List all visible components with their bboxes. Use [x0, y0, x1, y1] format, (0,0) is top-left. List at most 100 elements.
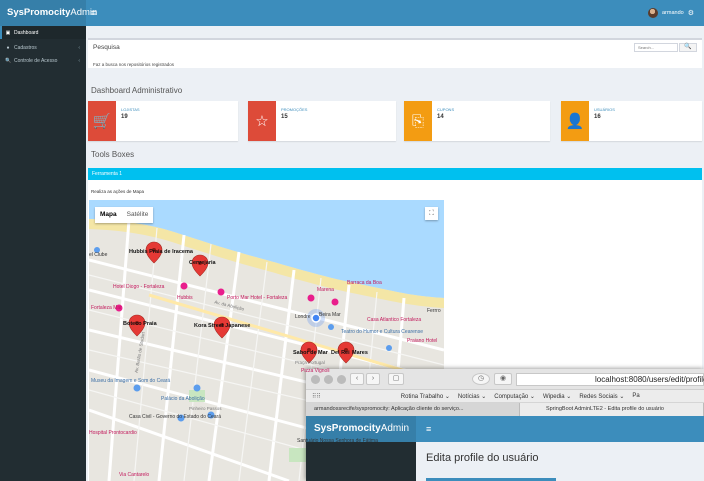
copy-icon: ⎘ [404, 101, 432, 141]
sidebar-toggle-icon[interactable]: ≡ [426, 416, 431, 442]
page-title: Edita profile do usuário [426, 452, 539, 464]
map-label: Boteco Praia [123, 321, 157, 327]
map-label: Mares [352, 350, 368, 356]
dashboard-title: Dashboard Administrativo [91, 86, 183, 95]
sidebar-item-cadastros[interactable]: ● Cadastros ‹ [0, 41, 86, 54]
star-icon: ☆ [248, 101, 276, 141]
minimize-window-button[interactable] [324, 375, 333, 384]
map-label: Fortaleza Mar [91, 305, 122, 311]
tool-hint: Realiza as ações de Mapa [91, 189, 145, 194]
map-label: Casa Atlantico Fortaleza [367, 317, 422, 323]
fullscreen-icon[interactable]: ⛶ [425, 207, 438, 220]
bookmark-noticias[interactable]: Notícias ⌄ [458, 393, 486, 400]
forward-button[interactable]: › [366, 373, 380, 385]
map-label: Cervejaria [189, 260, 216, 266]
bookmark-rotina-trabalho[interactable]: Rotina Trabalho ⌄ [401, 393, 450, 400]
top-navbar: SysPromocityAdmin ≡ armando ⚙ [0, 0, 704, 26]
gear-icon[interactable]: ⚙ [688, 9, 694, 17]
map-type-satellite-button[interactable]: Satélite [122, 207, 154, 223]
map-label: Beira Mar [319, 312, 341, 318]
chevron-left-icon: ‹ [78, 57, 80, 64]
map-label: Palácio da Abolição [161, 396, 205, 402]
extension-button[interactable]: ◉ [494, 373, 512, 385]
search-button[interactable]: 🔍 [679, 43, 697, 52]
sidebar-item-controle-de-acesso[interactable]: 🔍 Controle de Acesso ‹ [0, 54, 86, 67]
map-label: Hubbis [177, 295, 193, 301]
tab-github[interactable]: armandossrecife/syspromocity: Aplicação … [306, 403, 520, 416]
browser-tabs: armandossrecife/syspromocity: Aplicação … [306, 403, 704, 416]
map-label: Kora Street Japanese [194, 323, 251, 329]
logo-light-text: Admin [380, 423, 410, 434]
user-icon: 👤 [561, 101, 589, 141]
chevron-left-icon: ‹ [355, 375, 359, 382]
info-box-count: 16 [594, 114, 601, 120]
sidebar-item-label: Dashboard [14, 29, 39, 36]
sidebar-item-dashboard[interactable]: ▣ Dashboard [0, 26, 86, 39]
info-box-count: 15 [281, 114, 288, 120]
info-box-count: 19 [121, 114, 128, 120]
maximize-window-button[interactable] [337, 375, 346, 384]
map-type-control: Mapa Satélite [95, 207, 154, 223]
info-box-usuarios[interactable]: 👤 USUÁRIOS 16 [561, 101, 702, 141]
bookmark-wipedia[interactable]: Wipedia ⌄ [543, 393, 571, 400]
address-bar[interactable]: localhost:8080/users/edit/profile [516, 373, 704, 386]
tab-edit-profile[interactable]: SpringBoot AdminLTE2 - Edita profile do … [520, 403, 704, 416]
bookmark-pa[interactable]: Pa [632, 393, 639, 399]
info-box-label: PROMOÇÕES [281, 107, 308, 112]
map-label: Pizza Vignoli [301, 368, 330, 374]
close-window-button[interactable] [311, 375, 320, 384]
info-box-promocoes[interactable]: ☆ PROMOÇÕES 15 [248, 101, 396, 141]
map-label: Sabor de Mar [293, 350, 328, 356]
sidebar-toggle-button[interactable]: ▢ [388, 373, 404, 385]
back-button[interactable]: ‹ [350, 373, 364, 385]
browser-titlebar: ‹ › ▢ ◷ ◉ localhost:8080/users/edit/prof… [306, 369, 704, 390]
user-name: armando [662, 10, 684, 16]
map-label: Porto Mar Hotel - Fortaleza [227, 295, 288, 301]
cart-icon: 🛒 [88, 101, 116, 141]
search-input[interactable] [634, 43, 678, 52]
tools-title: Tools Boxes [91, 150, 135, 159]
circle-icon: ● [6, 44, 10, 51]
info-box-label: CUPONS [437, 107, 455, 112]
map-label: Praça Portugal [295, 360, 325, 365]
map-label: Londre [295, 314, 311, 320]
info-box-lojistas[interactable]: 🛒 LOJISTAS 19 [88, 101, 238, 141]
apps-grid-icon[interactable]: ⠿⠿ [312, 393, 321, 400]
map-label: Pinheiro Passos [189, 406, 222, 411]
map-label: Del Rei [331, 350, 350, 356]
chevron-left-icon: ‹ [78, 44, 80, 51]
map-label: Marena [317, 287, 334, 293]
logo-bold-text: SysPromocity [7, 7, 71, 18]
map-label: Via Cantarelo [119, 472, 150, 478]
sidebar-item-label: Cadastros [14, 44, 37, 51]
map-label: Hubbis Praia de Iracema [129, 249, 193, 255]
map-label: Casa Civil - Governo do Estado do Ceará [129, 414, 221, 420]
search-title: Pesquisa [93, 44, 120, 51]
user-menu[interactable]: armando ⚙ [648, 0, 694, 26]
bookmarks-bar: ⠿⠿ Rotina Trabalho ⌄ Notícias ⌄ Computaç… [306, 390, 704, 403]
browser-window: ‹ › ▢ ◷ ◉ localhost:8080/users/edit/prof… [306, 369, 704, 481]
search-box: Pesquisa 🔍 Faz a busca nos repositórios … [88, 38, 702, 68]
history-button[interactable]: ◷ [472, 373, 490, 385]
chevron-right-icon: › [371, 375, 375, 382]
logo-bold-text: SysPromocity [314, 423, 381, 434]
dashboard-icon: ▣ [5, 29, 11, 36]
page-sidebar [306, 442, 416, 481]
map-type-map-button[interactable]: Mapa [95, 207, 122, 223]
tool-box-header[interactable]: Ferramenta 1 [88, 168, 702, 180]
sidebar-icon: ▢ [392, 375, 400, 382]
bookmark-redes-sociais[interactable]: Redes Sociais ⌄ [579, 393, 624, 400]
info-box-label: USUÁRIOS [594, 107, 615, 112]
map-label: Teatro do Humor e Cultura Cearense [341, 329, 423, 335]
map-label: el Clube [89, 252, 108, 258]
info-box-label: LOJISTAS [121, 107, 140, 112]
map-label: Museu da Imagem e Som do Ceará [91, 378, 171, 384]
extension-icon: ◉ [499, 375, 507, 382]
app-logo[interactable]: SysPromocityAdmin [0, 0, 97, 26]
sidebar-toggle-icon[interactable]: ≡ [91, 0, 96, 26]
bookmark-computacao[interactable]: Computação ⌄ [494, 393, 535, 400]
window-controls [311, 375, 346, 384]
sidebar: ▣ Dashboard ● Cadastros ‹ 🔍 Controle de … [0, 26, 86, 481]
map-label: Barraca da Boa [347, 280, 382, 286]
info-box-cupons[interactable]: ⎘ CUPONS 14 [404, 101, 550, 141]
